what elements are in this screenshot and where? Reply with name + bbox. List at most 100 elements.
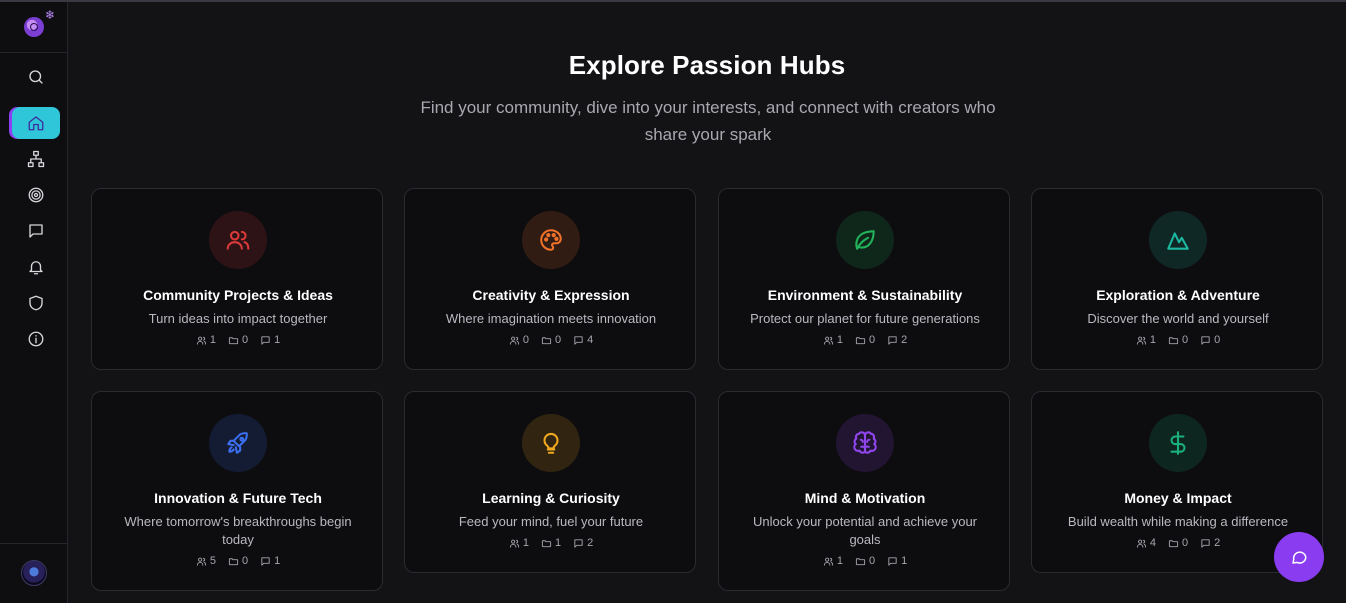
sidebar-item-goals[interactable]	[12, 179, 60, 211]
posts-count: 1	[887, 555, 907, 567]
posts-count: 1	[260, 334, 280, 346]
lightbulb-icon	[543, 432, 559, 454]
posts-count: 2	[1200, 537, 1220, 549]
hub-icon-badge	[1149, 414, 1207, 472]
folder-icon	[541, 336, 552, 344]
shield-icon	[29, 295, 43, 311]
sidebar-item-security[interactable]	[12, 287, 60, 319]
hub-description: Build wealth while making a difference	[1067, 514, 1289, 529]
hub-card[interactable]: Mind & Motivation Unlock your potential …	[718, 391, 1010, 591]
snowflake-icon: ❄	[45, 8, 56, 22]
hub-icon-badge	[209, 211, 267, 269]
app-logo[interactable]	[24, 17, 44, 37]
members-count: 5	[196, 555, 216, 567]
hub-card[interactable]: Exploration & Adventure Discover the wor…	[1031, 188, 1323, 370]
hub-title: Mind & Motivation	[804, 490, 926, 506]
message-icon	[29, 224, 43, 238]
hub-description: Unlock your potential and achieve your g…	[752, 514, 978, 547]
home-icon	[28, 116, 44, 131]
hub-title: Exploration & Adventure	[1096, 287, 1260, 303]
sidebar-item-info[interactable]	[12, 323, 60, 355]
sidebar-item-notifications[interactable]	[12, 251, 60, 283]
bell-icon	[29, 261, 43, 275]
search-button[interactable]	[12, 61, 60, 93]
hub-description: Where tomorrow's breakthroughs begin tod…	[124, 514, 352, 547]
top-border	[0, 0, 1346, 2]
mountain-icon	[1167, 232, 1189, 250]
posts-count: 2	[887, 334, 907, 346]
comment-icon	[888, 335, 897, 345]
members-count: 1	[196, 334, 216, 346]
comment-icon	[261, 335, 270, 345]
logo-area: ❄	[0, 2, 67, 53]
hub-stats: 1 0 1	[92, 334, 384, 346]
users-icon	[226, 230, 250, 250]
folder-icon	[855, 336, 866, 344]
hub-stats: 1 0 0	[1032, 334, 1324, 346]
projects-count: 0	[855, 334, 875, 346]
hub-description: Turn ideas into impact together	[148, 311, 328, 326]
search-icon	[29, 70, 43, 84]
hub-card[interactable]: Learning & Curiosity Feed your mind, fue…	[404, 391, 696, 573]
members-count: 0	[509, 334, 529, 346]
comment-icon	[1201, 335, 1210, 345]
hub-icon-badge	[1149, 211, 1207, 269]
projects-count: 1	[541, 537, 561, 549]
users-icon	[196, 557, 206, 566]
posts-count: 4	[573, 334, 593, 346]
sidebar-footer	[0, 543, 67, 603]
hub-description: Discover the world and yourself	[1087, 311, 1269, 326]
posts-count: 1	[260, 555, 280, 567]
comment-icon	[888, 556, 897, 566]
hub-stats: 1 1 2	[405, 537, 697, 549]
chat-button[interactable]	[1274, 532, 1324, 582]
hub-icon-badge	[522, 414, 580, 472]
members-count: 4	[1136, 537, 1156, 549]
target-icon	[28, 187, 44, 203]
sidebar-item-home[interactable]	[12, 107, 60, 139]
sitemap-icon	[27, 150, 45, 168]
hub-card[interactable]: Environment & Sustainability Protect our…	[718, 188, 1010, 370]
folder-icon	[1168, 539, 1179, 547]
hub-title: Environment & Sustainability	[767, 287, 963, 303]
hub-title: Community Projects & Ideas	[143, 287, 333, 303]
folder-icon	[228, 336, 239, 344]
page-subtitle: Find your community, dive into your inte…	[420, 98, 996, 144]
hub-title: Learning & Curiosity	[482, 490, 620, 506]
users-icon	[823, 557, 833, 566]
leaf-icon	[855, 230, 875, 250]
sidebar: ❄	[0, 2, 68, 603]
comment-icon	[261, 556, 270, 566]
projects-count: 0	[1168, 334, 1188, 346]
hub-stats: 5 0 1	[92, 555, 384, 567]
users-icon	[1136, 336, 1146, 345]
hub-card[interactable]: Community Projects & Ideas Turn ideas in…	[91, 188, 383, 370]
hub-title: Money & Impact	[1124, 490, 1232, 506]
hub-icon-badge	[836, 211, 894, 269]
users-icon	[1136, 539, 1146, 548]
folder-icon	[541, 539, 552, 547]
sidebar-item-messages[interactable]	[12, 215, 60, 247]
hub-stats: 1 0 1	[719, 555, 1011, 567]
sidebar-item-hierarchy[interactable]	[12, 143, 60, 175]
users-icon	[823, 336, 833, 345]
brain-icon	[853, 431, 877, 454]
members-count: 1	[823, 334, 843, 346]
posts-count: 0	[1200, 334, 1220, 346]
hub-icon-badge	[836, 414, 894, 472]
hub-card[interactable]: Innovation & Future Tech Where tomorrow'…	[91, 391, 383, 591]
user-avatar[interactable]	[21, 560, 47, 586]
hub-description: Where imagination meets innovation	[445, 311, 657, 326]
projects-count: 0	[228, 334, 248, 346]
hub-description: Protect our planet for future generation…	[750, 311, 980, 326]
rocket-icon	[227, 432, 248, 454]
hub-title: Creativity & Expression	[472, 287, 630, 303]
members-count: 1	[823, 555, 843, 567]
folder-icon	[228, 557, 239, 565]
users-icon	[509, 539, 519, 548]
chat-icon	[1292, 551, 1307, 564]
dollar-icon	[1170, 431, 1186, 455]
palette-icon	[540, 229, 562, 251]
hub-card[interactable]: Creativity & Expression Where imaginatio…	[404, 188, 696, 370]
members-count: 1	[509, 537, 529, 549]
